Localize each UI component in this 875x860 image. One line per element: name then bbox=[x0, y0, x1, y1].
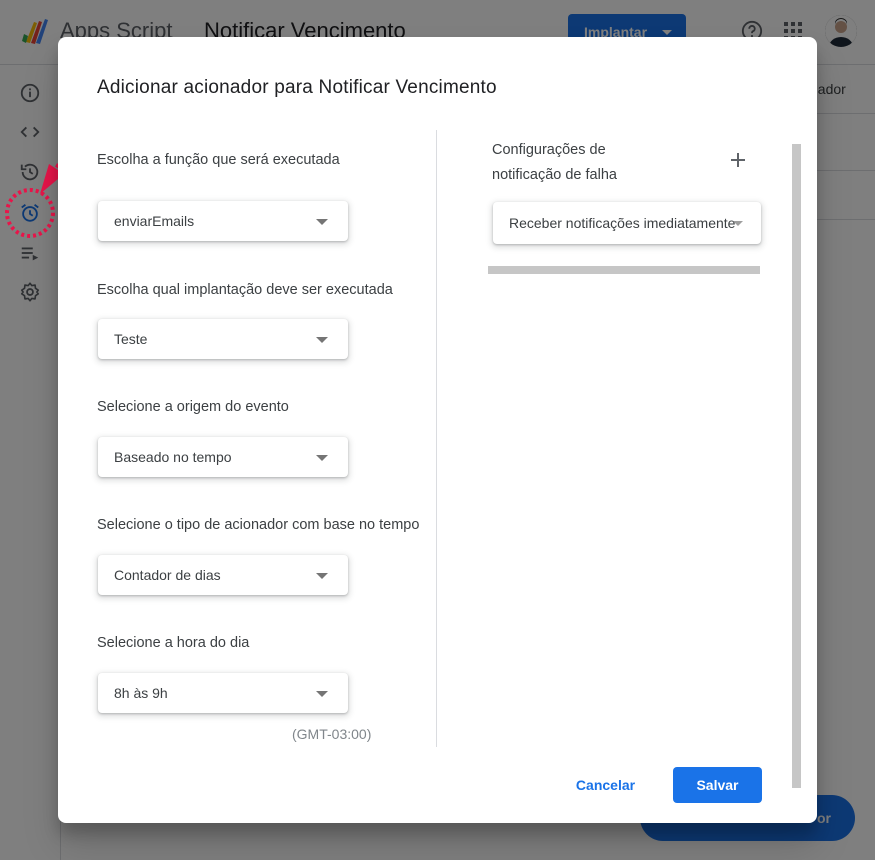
failure-notification-select[interactable]: Receber notificações imediatamente bbox=[493, 202, 761, 244]
deployment-select-value: Teste bbox=[114, 331, 148, 347]
caret-down-icon bbox=[316, 455, 328, 461]
time-of-day-label: Selecione a hora do dia bbox=[97, 635, 250, 651]
caret-down-icon bbox=[316, 573, 328, 579]
trigger-type-label: Selecione o tipo de acionador com base n… bbox=[97, 517, 420, 533]
function-label: Escolha a função que será executada bbox=[97, 152, 340, 168]
column-divider bbox=[436, 130, 437, 747]
deployment-select[interactable]: Teste bbox=[98, 319, 348, 359]
save-button[interactable]: Salvar bbox=[673, 767, 762, 803]
trigger-type-select[interactable]: Contador de dias bbox=[98, 555, 348, 595]
deployment-label: Escolha qual implantação deve ser execut… bbox=[97, 282, 393, 298]
caret-down-icon bbox=[316, 691, 328, 697]
time-of-day-select[interactable]: 8h às 9h bbox=[98, 673, 348, 713]
dialog-title: Adicionar acionador para Notificar Venci… bbox=[97, 77, 497, 98]
add-trigger-dialog: Adicionar acionador para Notificar Venci… bbox=[58, 37, 817, 823]
failure-notification-select-value: Receber notificações imediatamente bbox=[509, 215, 736, 231]
event-source-label: Selecione a origem do evento bbox=[97, 399, 289, 415]
horizontal-scrollbar[interactable] bbox=[488, 266, 760, 274]
failure-notification-label: Configurações de notificação de falha bbox=[492, 142, 617, 183]
caret-down-icon bbox=[316, 337, 328, 343]
function-select[interactable]: enviarEmails bbox=[98, 201, 348, 241]
caret-down-icon bbox=[316, 219, 328, 225]
cancel-button[interactable]: Cancelar bbox=[560, 767, 651, 803]
add-icon[interactable] bbox=[730, 152, 746, 168]
caret-down-icon bbox=[733, 221, 743, 226]
vertical-scrollbar[interactable] bbox=[792, 144, 801, 788]
timezone-label: (GMT-03:00) bbox=[292, 726, 372, 742]
function-select-value: enviarEmails bbox=[114, 213, 195, 229]
time-of-day-select-value: 8h às 9h bbox=[114, 685, 168, 701]
event-source-select[interactable]: Baseado no tempo bbox=[98, 437, 348, 477]
trigger-type-select-value: Contador de dias bbox=[114, 567, 221, 583]
event-source-select-value: Baseado no tempo bbox=[114, 449, 232, 465]
